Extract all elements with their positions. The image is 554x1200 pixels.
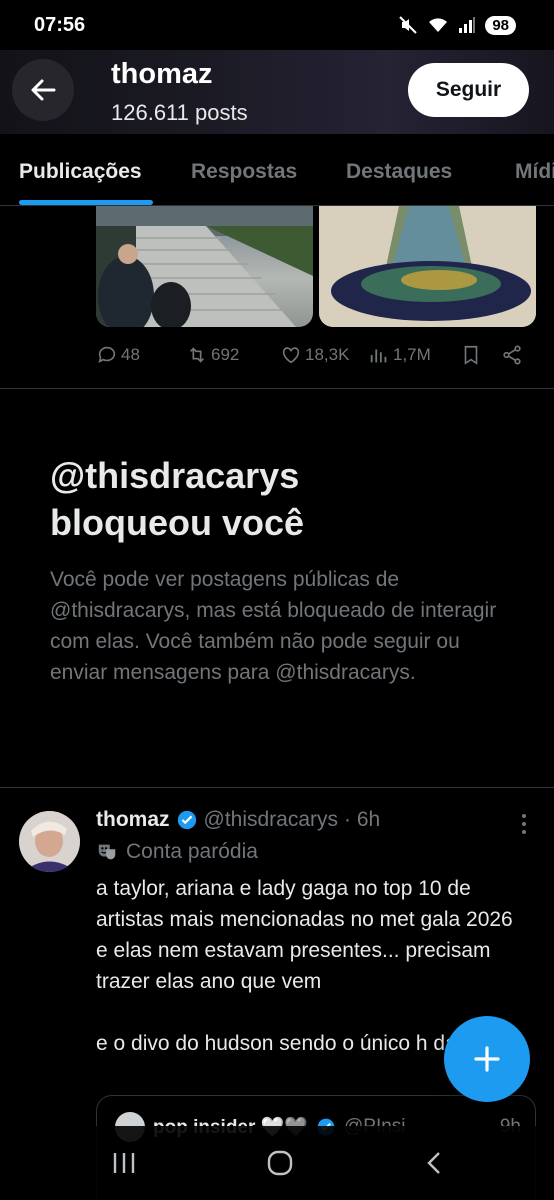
profile-tabs: Publicações Respostas Destaques Mídia	[0, 134, 554, 206]
tweet-header: thomaz @thisdracarys · 6h	[96, 808, 380, 832]
reply-icon	[98, 346, 116, 363]
heart-icon	[282, 347, 300, 364]
battery-level: 98	[492, 16, 509, 34]
dot	[522, 830, 526, 834]
status-time: 07:56	[34, 13, 86, 36]
verified-badge-icon	[177, 810, 196, 830]
chevron-left-icon	[427, 1152, 440, 1174]
home-icon	[267, 1150, 293, 1176]
repost-count: 692	[211, 345, 240, 364]
blocked-title: @thisdracarys bloqueou você	[50, 452, 510, 546]
tab-destaques[interactable]: Destaques	[346, 160, 452, 184]
dot	[522, 814, 526, 818]
repost-icon	[189, 347, 205, 363]
photo-stairs	[96, 206, 313, 327]
photo-gown	[319, 206, 536, 327]
system-nav-bar	[0, 1126, 554, 1200]
follow-button[interactable]: Seguir	[408, 63, 529, 117]
dot	[522, 822, 526, 826]
share-icon	[503, 345, 521, 365]
mute-icon	[399, 16, 418, 34]
post-count: 126.611 posts	[111, 100, 248, 125]
tab-publicacoes[interactable]: Publicações	[19, 160, 142, 184]
parody-label: Conta paródia	[96, 840, 258, 864]
battery-icon: 98	[485, 15, 516, 35]
views-icon	[370, 349, 387, 363]
back-nav-button[interactable]	[414, 1148, 454, 1178]
avatar-image	[19, 811, 80, 872]
tab-midia[interactable]: Mídia	[515, 160, 554, 184]
profile-header: thomaz 126.611 posts Seguir	[0, 46, 554, 134]
more-options-button[interactable]	[514, 812, 534, 836]
recent-apps-button[interactable]	[104, 1148, 144, 1178]
parody-text: Conta paródia	[126, 840, 258, 863]
media-image-gown[interactable]	[319, 206, 536, 327]
reply-button[interactable]: 48	[96, 344, 140, 366]
like-button[interactable]: 18,3K	[280, 344, 349, 366]
back-button[interactable]	[12, 59, 74, 121]
bookmark-button[interactable]	[460, 344, 482, 366]
wifi-icon	[429, 18, 448, 32]
tweet-author-name[interactable]: thomaz	[96, 808, 170, 832]
divider	[0, 388, 554, 389]
reply-count: 48	[121, 345, 140, 364]
plus-icon	[474, 1046, 500, 1072]
divider	[0, 787, 554, 788]
avatar[interactable]	[19, 811, 80, 872]
recent-apps-icon	[113, 1153, 135, 1173]
views-count: 1,7M	[393, 345, 431, 364]
signal-icon	[459, 17, 476, 33]
tweet-author-handle[interactable]: @thisdracarys	[204, 808, 339, 832]
active-tab-indicator	[19, 200, 153, 205]
status-bar: 07:56 98	[0, 0, 554, 50]
home-button[interactable]	[260, 1148, 300, 1178]
post-actions: 48 692 18,3K 1,7M	[96, 340, 536, 370]
views-button[interactable]: 1,7M	[368, 344, 431, 366]
tab-respostas[interactable]: Respostas	[191, 160, 297, 184]
blocked-title-handle: @thisdracarys	[50, 455, 300, 496]
like-count: 18,3K	[305, 345, 350, 364]
bookmark-icon	[464, 345, 478, 365]
theater-mask-icon	[98, 844, 116, 860]
tweet-time: · 6h	[344, 808, 381, 831]
status-icons: 98	[398, 15, 516, 35]
repost-button[interactable]: 692	[186, 344, 239, 366]
blocked-title-text: bloqueou você	[50, 502, 305, 543]
blocked-description: Você pode ver postagens públicas de @thi…	[50, 568, 497, 684]
share-button[interactable]	[501, 344, 523, 366]
media-image-stairs[interactable]	[96, 206, 313, 327]
profile-name: thomaz	[111, 58, 213, 90]
arrow-left-icon	[31, 79, 56, 101]
compose-button[interactable]	[444, 1016, 530, 1102]
post-media	[96, 206, 536, 327]
